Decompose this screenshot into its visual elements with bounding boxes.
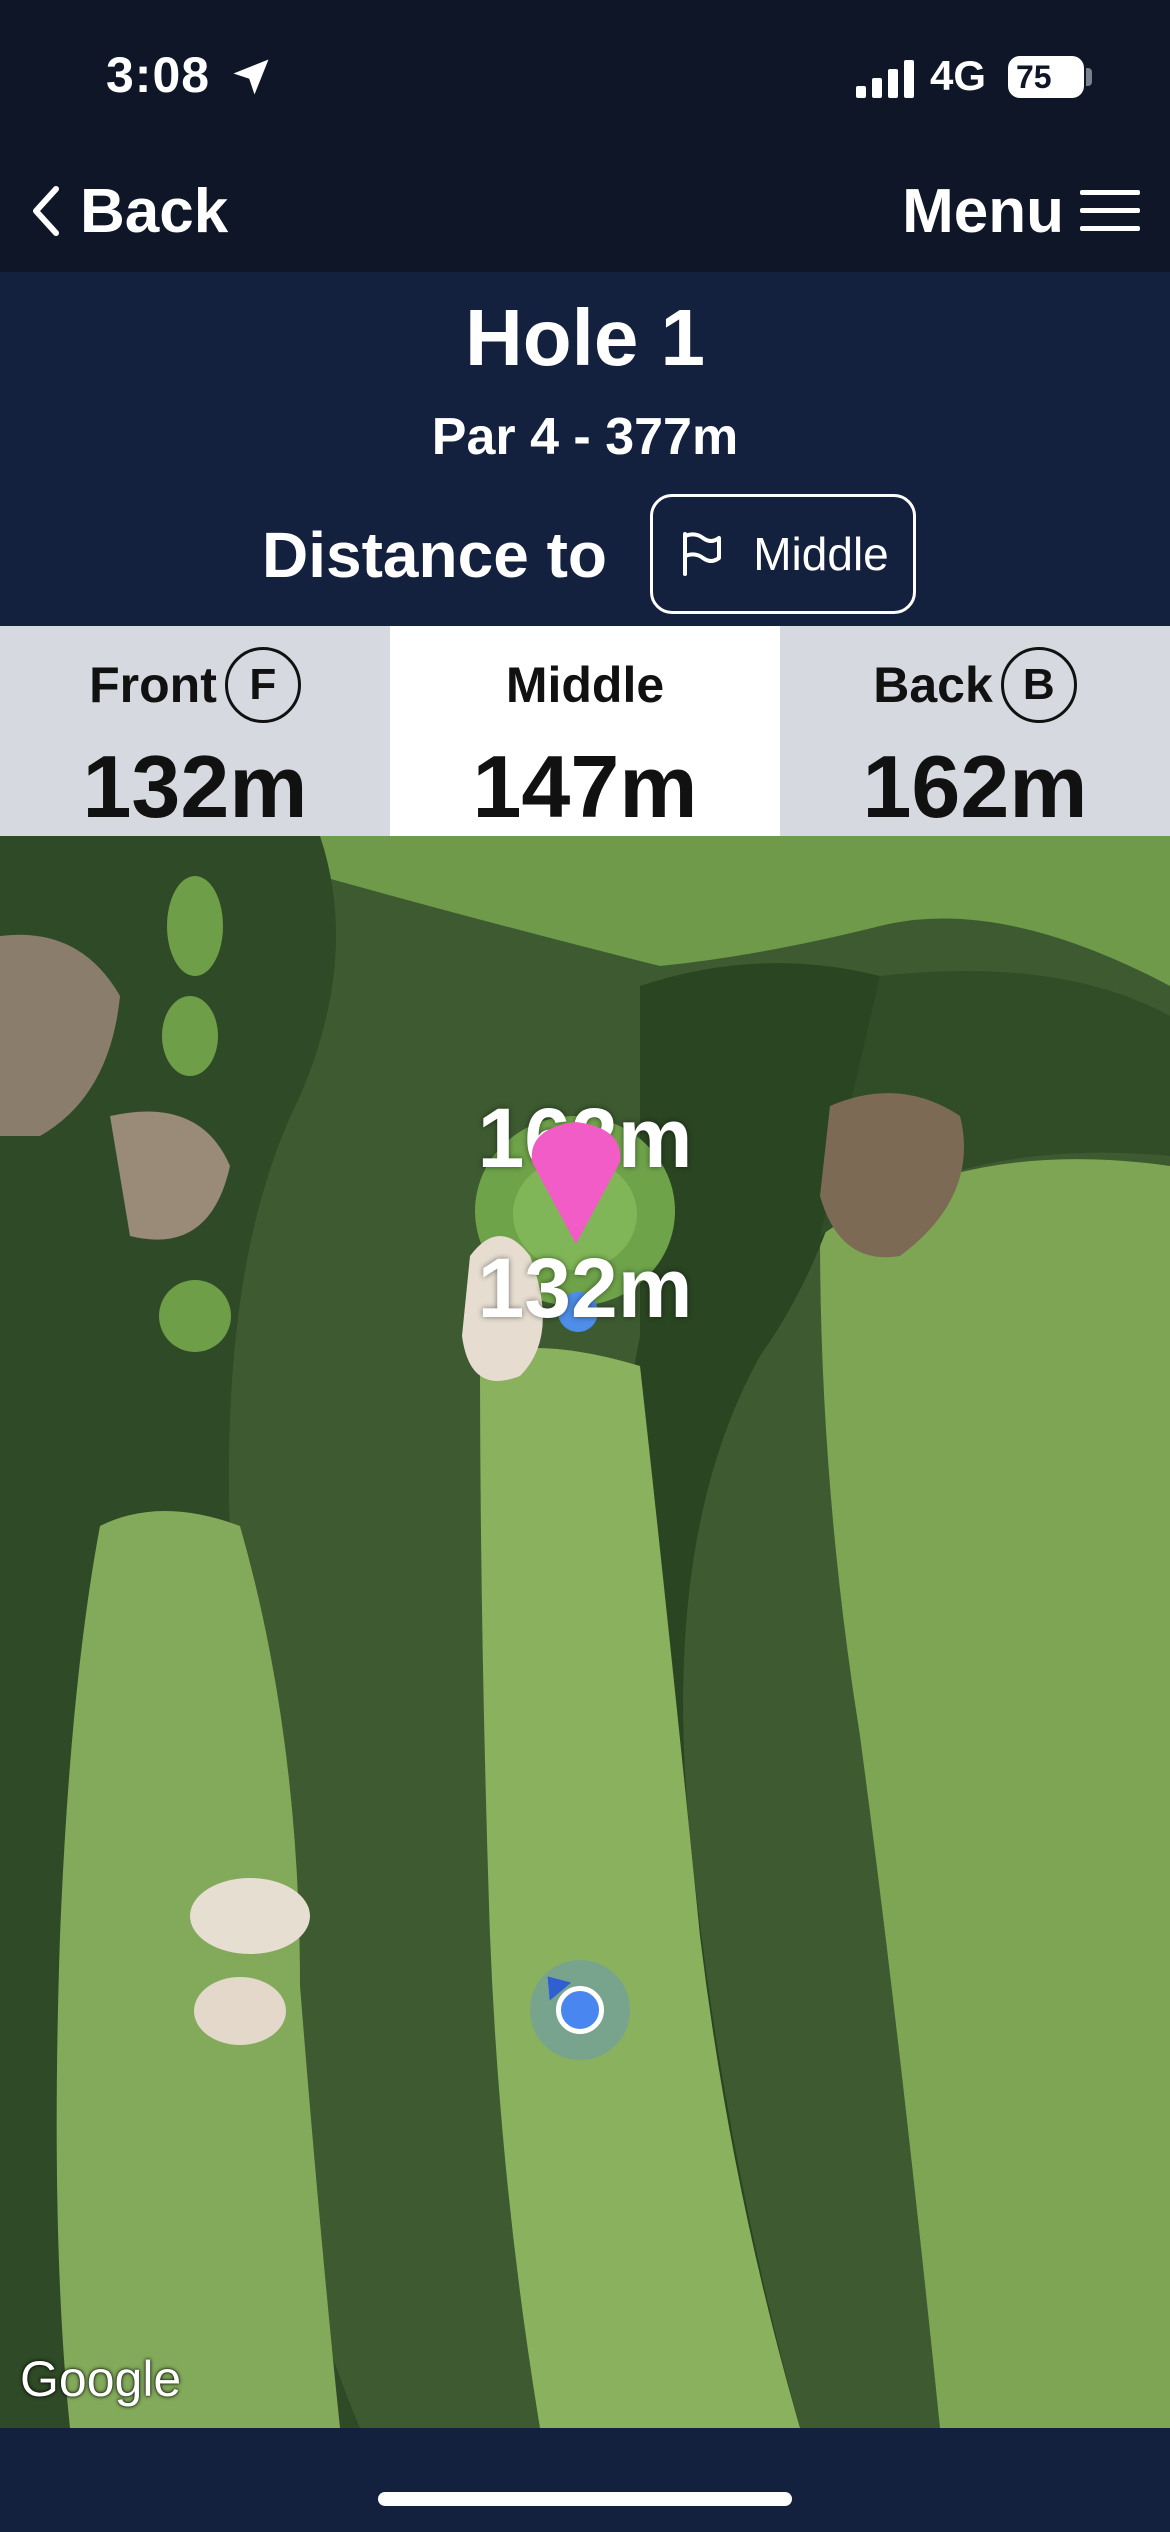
- status-bar: 3:08 4G 75: [0, 0, 1170, 150]
- distance-to-row: Distance to Middle: [0, 494, 1170, 616]
- back-label: Back: [80, 176, 229, 246]
- user-location-dot: [556, 1986, 604, 2034]
- menu-label: Menu: [902, 176, 1064, 246]
- front-distance-label: 132m: [477, 1241, 693, 1335]
- front-distance-card[interactable]: Front F 132m: [0, 626, 390, 836]
- middle-distance-value: 147m: [472, 737, 698, 836]
- distance-cards: Front F 132m Middle 147m Back B 162m: [0, 626, 1170, 836]
- status-time: 3:08: [106, 47, 211, 103]
- back-label: Back: [873, 657, 993, 713]
- pin-marker-icon: [531, 1122, 621, 1244]
- hamburger-icon: [1080, 190, 1140, 231]
- bottom-bar: [0, 2428, 1170, 2532]
- hole-header: Hole 1 Par 4 - 377m Distance to Middle: [0, 272, 1170, 626]
- signal-bars-icon: [856, 60, 914, 98]
- middle-card-heading: Middle: [390, 650, 780, 720]
- back-button[interactable]: Back: [28, 174, 228, 248]
- distance-target-button[interactable]: Middle: [650, 494, 916, 614]
- battery-indicator: 75: [1008, 56, 1084, 98]
- distance-to-label: Distance to: [262, 519, 607, 591]
- map-terrain: [0, 836, 1170, 2428]
- golf-gps-screen: 3:08 4G 75 Back Menu Hole 1 Par 4 - 377m…: [0, 0, 1170, 2532]
- front-label: Front: [89, 657, 217, 713]
- flag-icon: [683, 532, 722, 576]
- back-badge-icon: B: [1000, 647, 1077, 723]
- battery-cap: [1086, 68, 1092, 86]
- middle-distance-card[interactable]: Middle 147m: [390, 626, 780, 836]
- hole-title: Hole 1: [464, 293, 706, 382]
- front-card-heading: Front F: [0, 647, 390, 723]
- back-distance-card[interactable]: Back B 162m: [780, 626, 1170, 836]
- network-type: 4G: [930, 52, 987, 99]
- location-arrow-icon: [233, 59, 269, 95]
- menu-button[interactable]: Menu: [902, 174, 1140, 248]
- hole-par-length: Par 4 - 377m: [431, 408, 739, 466]
- home-indicator[interactable]: [378, 2492, 792, 2506]
- distance-target-label: Middle: [753, 528, 889, 580]
- back-distance-value: 162m: [862, 737, 1088, 836]
- satellite-map[interactable]: 162m 132m Google: [0, 836, 1170, 2428]
- nav-bar: Back Menu: [0, 150, 1170, 272]
- front-badge-icon: F: [224, 647, 301, 723]
- chevron-left-icon: [33, 186, 59, 236]
- google-attribution: Google: [20, 2351, 182, 2407]
- front-distance-value: 132m: [82, 737, 308, 836]
- back-card-heading: Back B: [780, 647, 1170, 723]
- middle-label: Middle: [505, 657, 665, 713]
- user-location-marker: [530, 1960, 630, 2060]
